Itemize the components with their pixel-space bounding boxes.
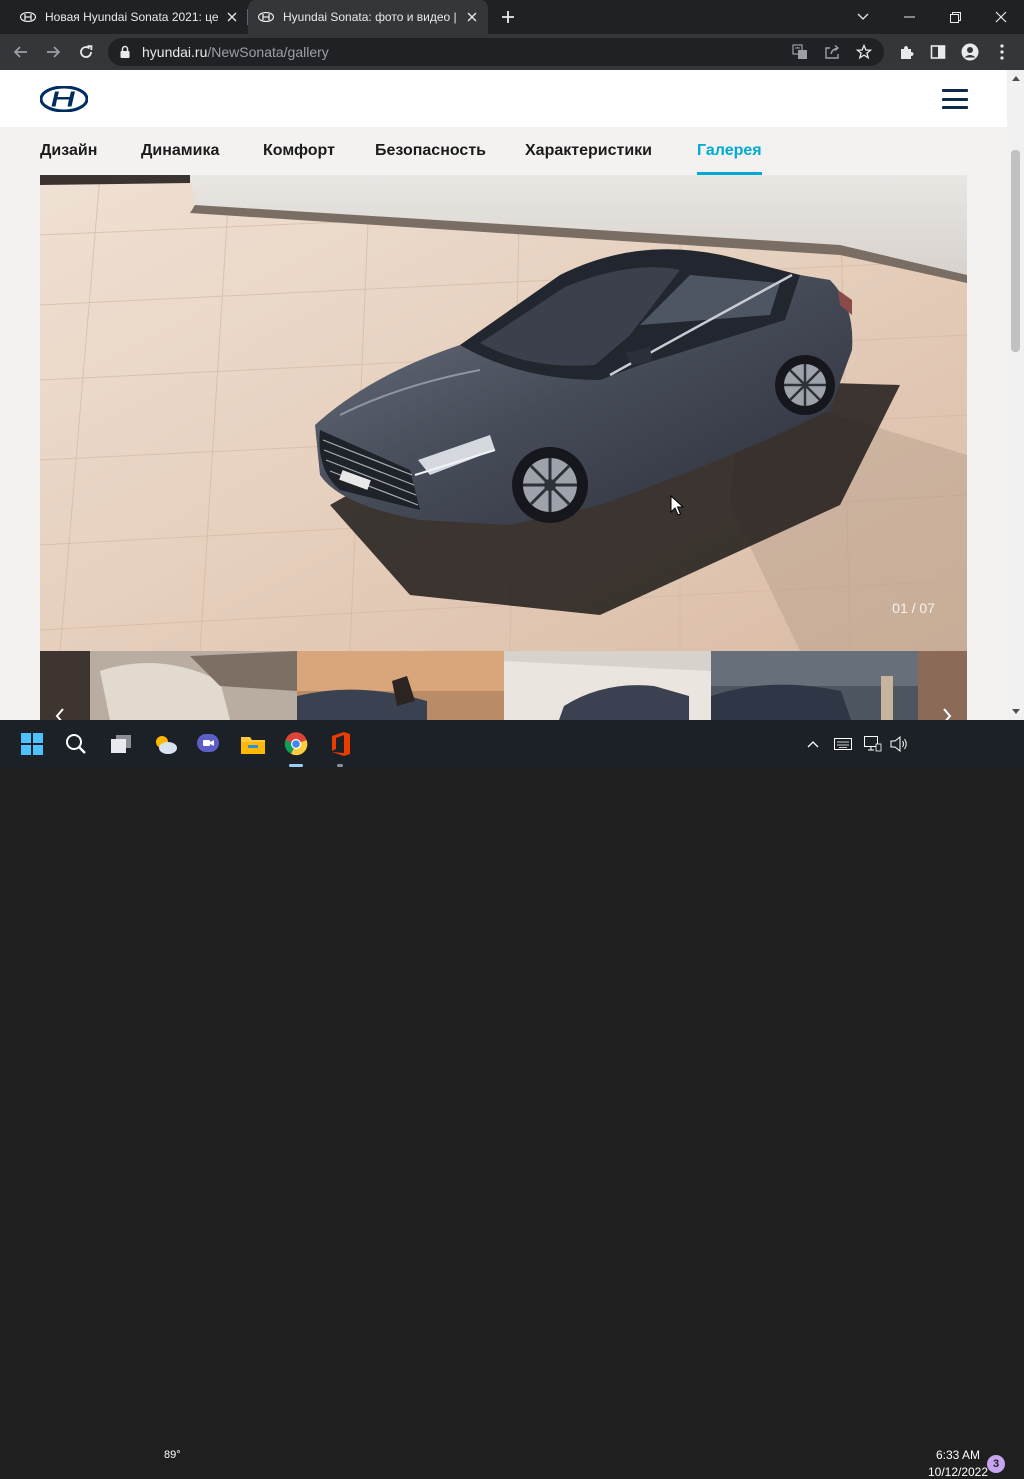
- nav-gallery[interactable]: Галерея: [697, 127, 762, 175]
- share-icon[interactable]: [822, 42, 842, 62]
- new-tab-plus-icon[interactable]: [498, 7, 518, 27]
- volume-icon[interactable]: [886, 728, 912, 760]
- file-explorer-icon[interactable]: [237, 728, 269, 760]
- weather-temperature: 89°: [164, 1449, 181, 1461]
- more-menu-icon[interactable]: [990, 40, 1014, 64]
- profile-avatar-icon[interactable]: [958, 40, 982, 64]
- nav-design[interactable]: Дизайн: [40, 127, 97, 175]
- lock-icon: [120, 45, 130, 58]
- slide-counter: 01 / 07: [892, 600, 935, 616]
- notification-badge[interactable]: 3: [987, 1455, 1005, 1473]
- section-nav: Дизайн Динамика Комфорт Безопасность Хар…: [0, 127, 1007, 175]
- mouse-cursor-icon: [670, 495, 684, 516]
- page-scrollbar[interactable]: [1007, 70, 1024, 720]
- tray-overflow-chevron-icon[interactable]: [800, 728, 826, 760]
- minimize-icon[interactable]: [886, 0, 932, 34]
- network-monitor-icon[interactable]: [860, 728, 886, 760]
- extensions-puzzle-icon[interactable]: [894, 40, 918, 64]
- hyundai-logo[interactable]: [40, 86, 88, 112]
- browser-tab-1[interactable]: Новая Hyundai Sonata 2021: цен: [8, 0, 248, 34]
- gallery-main-image[interactable]: 01 / 07: [40, 175, 967, 651]
- teams-chat-icon[interactable]: [192, 728, 224, 760]
- url-host: hyundai.ru: [142, 44, 208, 60]
- sonata-car-photo: [40, 175, 967, 651]
- windows-taskbar: 89° 6:33 AM 10/12/2022 3: [0, 720, 1024, 1479]
- url-text: hyundai.ru/NewSonata/gallery: [142, 44, 329, 60]
- site-header: [0, 70, 1007, 127]
- office-running-indicator: [337, 764, 343, 767]
- tab-search-chevron-icon[interactable]: [840, 0, 886, 34]
- browser-tab-2-active[interactable]: Hyundai Sonata: фото и видео | Х: [248, 0, 488, 34]
- nav-comfort[interactable]: Комфорт: [263, 127, 335, 175]
- close-tab-icon[interactable]: [224, 9, 240, 25]
- chrome-active-indicator: [289, 764, 303, 767]
- hamburger-menu-icon[interactable]: [942, 89, 968, 109]
- bookmark-star-icon[interactable]: [854, 42, 874, 62]
- windows-start-icon[interactable]: [16, 728, 48, 760]
- page-viewport: Дизайн Динамика Комфорт Безопасность Хар…: [0, 70, 1024, 720]
- hyundai-favicon-icon: [20, 9, 36, 25]
- thumbnail-sunset[interactable]: [297, 651, 504, 720]
- tab-title: Hyundai Sonata: фото и видео | Х: [283, 10, 458, 24]
- thumbnail-prev-arrow-icon[interactable]: [40, 696, 80, 720]
- clock-time[interactable]: 6:33 AM: [918, 1448, 998, 1462]
- chrome-icon[interactable]: [280, 728, 312, 760]
- close-window-icon[interactable]: [978, 0, 1024, 34]
- task-view-icon[interactable]: [105, 728, 137, 760]
- office-icon[interactable]: [325, 728, 357, 760]
- scroll-up-icon[interactable]: [1011, 74, 1020, 83]
- tab-title: Новая Hyundai Sonata 2021: цен: [45, 10, 218, 24]
- nav-dynamics[interactable]: Динамика: [141, 127, 219, 175]
- scrollbar-thumb[interactable]: [1011, 150, 1020, 352]
- weather-icon[interactable]: [150, 728, 182, 760]
- browser-tab-strip: Новая Hyundai Sonata 2021: цен Hyundai S…: [0, 0, 1024, 34]
- browser-toolbar: hyundai.ru/NewSonata/gallery: [0, 34, 1024, 70]
- keyboard-icon[interactable]: [830, 728, 856, 760]
- translate-icon[interactable]: [790, 42, 810, 62]
- reload-icon[interactable]: [74, 40, 98, 64]
- nav-safety[interactable]: Безопасность: [375, 127, 486, 175]
- restore-icon[interactable]: [932, 0, 978, 34]
- hyundai-favicon-icon: [258, 9, 274, 25]
- back-arrow-icon[interactable]: [9, 40, 33, 64]
- address-bar[interactable]: hyundai.ru/NewSonata/gallery: [108, 38, 884, 66]
- thumbnail-next-arrow-icon[interactable]: [927, 696, 967, 720]
- thumbnail-street[interactable]: [711, 651, 918, 720]
- forward-arrow-icon[interactable]: [41, 40, 65, 64]
- nav-specs[interactable]: Характеристики: [525, 127, 652, 175]
- url-path: /NewSonata/gallery: [207, 44, 329, 60]
- thumbnail-car-side[interactable]: [504, 651, 711, 720]
- search-icon[interactable]: [60, 728, 92, 760]
- scroll-down-icon[interactable]: [1011, 707, 1020, 716]
- gallery-thumbnails: [40, 651, 967, 720]
- side-panel-icon[interactable]: [926, 40, 950, 64]
- clock-date[interactable]: 10/12/2022: [918, 1465, 998, 1479]
- close-tab-icon[interactable]: [464, 9, 480, 25]
